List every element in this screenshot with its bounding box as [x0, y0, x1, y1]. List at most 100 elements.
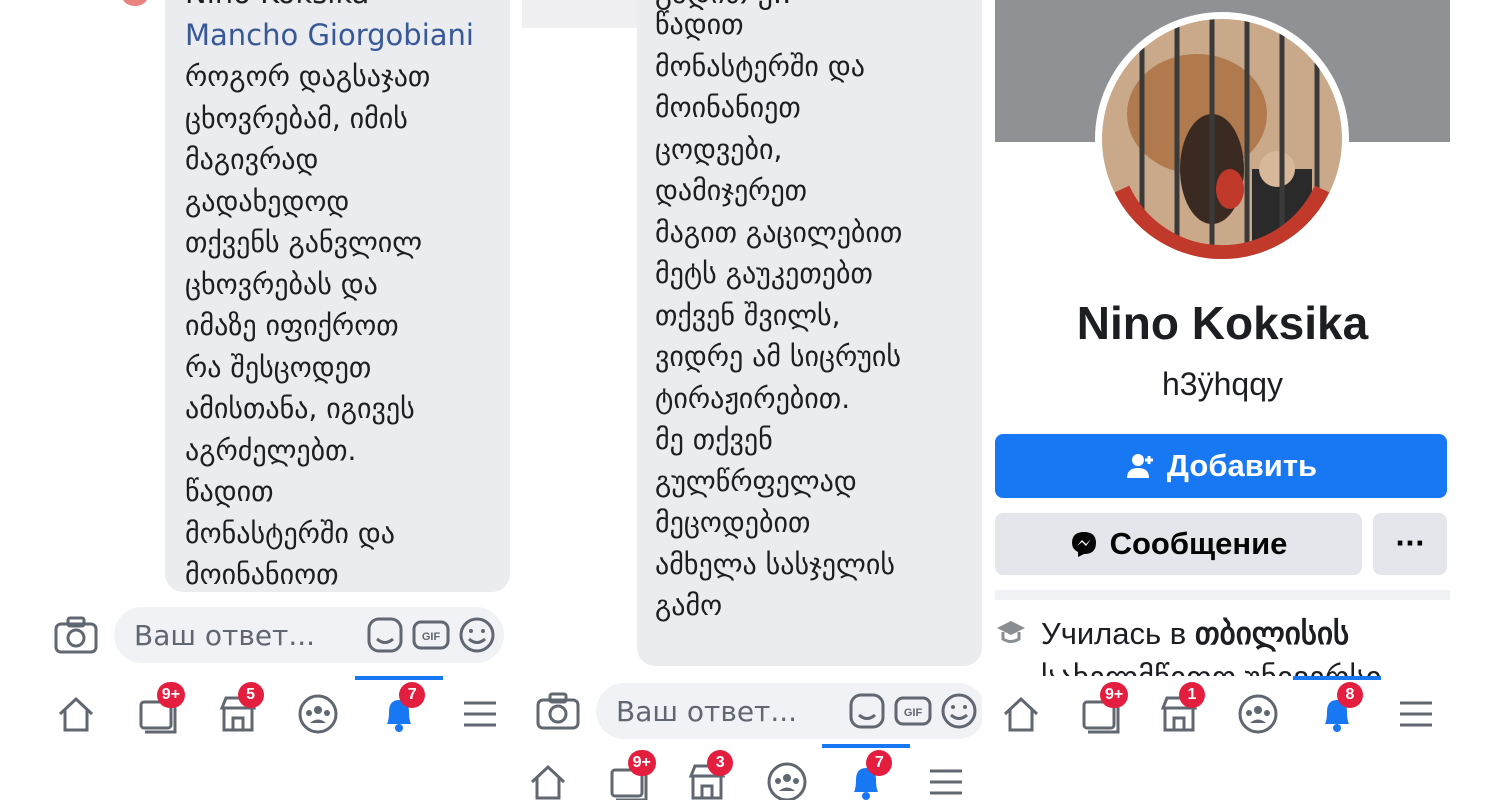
- emoji-icon[interactable]: [940, 692, 978, 730]
- comment-line: მეტს გაუკეთებთ: [655, 257, 873, 290]
- comment-line: იმაზე იფიქროთ: [185, 309, 399, 342]
- svg-text:GIF: GIF: [422, 631, 441, 643]
- notifications-badge: 8: [1337, 682, 1363, 708]
- comment-bubble-continued: გადით უ.. წადითმონასტერში დამოინანიეთცოდ…: [637, 0, 982, 666]
- reply-author-name[interactable]: Nino Koksika: [185, 0, 510, 14]
- nav-menu[interactable]: [454, 688, 506, 740]
- menu-icon: [929, 769, 962, 795]
- comment-line: გადახედოდ: [185, 184, 350, 218]
- nav-menu[interactable]: [920, 756, 972, 800]
- friends-badge: 9+: [156, 682, 186, 708]
- camera-icon[interactable]: [54, 616, 98, 654]
- top-strip: [522, 0, 637, 28]
- nav-groups[interactable]: [761, 756, 813, 800]
- section-divider: [995, 590, 1450, 600]
- comment-line: წადით: [185, 475, 274, 508]
- comment-panel-middle: გადით უ.. წადითმონასტერში დამოინანიეთცოდ…: [522, 0, 982, 800]
- education-info: Училась в თბილისის სახელმწიფო უნივერსი: [995, 612, 1450, 676]
- comment-line: მოინანიეთ: [655, 91, 801, 124]
- gif-icon[interactable]: GIF: [412, 616, 450, 654]
- nav-marketplace[interactable]: 1: [1153, 682, 1205, 740]
- profile-photo-image: [1102, 19, 1342, 259]
- comment-line: თქვენს განვლილ: [185, 226, 423, 259]
- home-icon: [530, 764, 566, 800]
- alternate-name: h3ÿhqqy: [1162, 366, 1283, 402]
- message-label: Сообщение: [1109, 526, 1288, 561]
- profile-panel: Nino Koksika h3ÿhqqy Добавить Сообщение …: [995, 0, 1500, 800]
- nav-home[interactable]: [50, 688, 102, 740]
- gif-icon[interactable]: GIF: [894, 692, 932, 730]
- nav-home[interactable]: [522, 756, 574, 800]
- nav-marketplace[interactable]: 5: [212, 682, 264, 740]
- friends-badge: 9+: [627, 750, 656, 776]
- comment-line: დამიჯერეთ: [655, 174, 808, 207]
- home-icon: [1003, 696, 1039, 732]
- nav-menu[interactable]: [1390, 688, 1442, 740]
- comment-text: როგორ დაგსაჯათ ცხოვრებამ, იმის მაგივრად გად…: [185, 56, 510, 592]
- comment-line: ცოდვები,: [655, 132, 783, 166]
- commenter-avatar[interactable]: [122, 0, 148, 6]
- home-icon: [58, 696, 94, 732]
- comment-line: ცხოვრებამ, იმის: [185, 101, 408, 135]
- sticker-icon[interactable]: [848, 692, 886, 730]
- marketplace-badge: 1: [1179, 682, 1205, 708]
- marketplace-badge: 3: [707, 750, 734, 776]
- comment-line: გამო: [655, 589, 723, 622]
- bottom-navigation: 9+ 5 7: [40, 676, 510, 752]
- profile-name: Nino Koksika: [1076, 297, 1369, 349]
- nav-marketplace[interactable]: 3: [681, 750, 734, 800]
- notifications-badge: 7: [866, 750, 893, 776]
- nav-home[interactable]: [995, 688, 1047, 740]
- sticker-icon[interactable]: [366, 616, 404, 654]
- nav-notifications[interactable]: 7: [355, 676, 444, 740]
- more-options-button[interactable]: ···: [1373, 513, 1447, 575]
- profile-picture[interactable]: [1095, 12, 1349, 266]
- comment-line: გულწრფელად: [655, 464, 857, 498]
- marketplace-badge: 5: [237, 682, 264, 708]
- comment-line: ამხელა სასჯელის: [655, 547, 895, 581]
- reply-placeholder: Ваш ответ...: [134, 618, 316, 652]
- nav-notifications[interactable]: 8: [1293, 676, 1381, 740]
- nav-friends[interactable]: 9+: [131, 682, 186, 740]
- add-friend-button[interactable]: Добавить: [995, 434, 1447, 498]
- education-icon: [997, 621, 1025, 643]
- comment-line: მე თქვენ: [655, 423, 773, 456]
- groups-icon: [298, 694, 338, 734]
- menu-icon: [463, 701, 496, 727]
- nav-notifications[interactable]: 7: [822, 744, 911, 800]
- mentioned-user-link[interactable]: Mancho Giorgobiani: [185, 14, 510, 56]
- comment-line: როგორ დაგსაჯათ: [185, 60, 431, 93]
- comment-line: ამისთანა, იგივეს: [185, 392, 415, 425]
- menu-icon: [1400, 701, 1432, 727]
- education-place-link[interactable]: თბილისის: [1195, 616, 1349, 651]
- groups-icon: [1238, 694, 1278, 734]
- education-next-line: სახელმწიფო უნივერსი: [1041, 660, 1382, 676]
- bottom-navigation: 9+ 3 7: [522, 744, 982, 800]
- nav-friends[interactable]: 9+: [602, 750, 656, 800]
- comment-panel-left: Nino Koksika Mancho Giorgobiani როგორ და…: [0, 0, 510, 800]
- camera-icon[interactable]: [536, 692, 580, 730]
- nav-groups[interactable]: [1232, 688, 1284, 740]
- bottom-navigation: 9+ 1 8: [995, 676, 1450, 752]
- comment-line: მაგით გაცილებით: [655, 215, 903, 249]
- comment-line: თქვენ შვილს,: [655, 298, 841, 332]
- comment-line: მონასტერში და: [655, 49, 865, 83]
- comment-line: აგრძელებთ.: [185, 433, 357, 467]
- nav-friends[interactable]: 9+: [1074, 682, 1129, 740]
- comment-line: მონასტერში და: [185, 516, 395, 550]
- nav-groups[interactable]: [292, 688, 344, 740]
- reply-composer: Ваш ответ... GIF: [40, 600, 510, 670]
- comment-line: წადით: [655, 8, 744, 41]
- groups-icon: [767, 762, 807, 800]
- reply-placeholder: Ваш ответ...: [616, 694, 798, 728]
- comment-bubble: Nino Koksika Mancho Giorgobiani როგორ და…: [165, 0, 510, 592]
- education-prefix: Училась в: [1041, 616, 1195, 651]
- reply-input[interactable]: Ваш ответ... GIF: [114, 607, 504, 663]
- comment-line: ტირაჟირებით.: [655, 381, 851, 415]
- message-button[interactable]: Сообщение: [995, 513, 1362, 575]
- reply-input[interactable]: Ваш ответ... GIF: [596, 683, 982, 739]
- emoji-icon[interactable]: [458, 616, 496, 654]
- comment-line: მოინანიოთ: [185, 558, 339, 591]
- messenger-icon: [1071, 532, 1096, 557]
- reply-composer: Ваш ответ... GIF: [522, 676, 982, 746]
